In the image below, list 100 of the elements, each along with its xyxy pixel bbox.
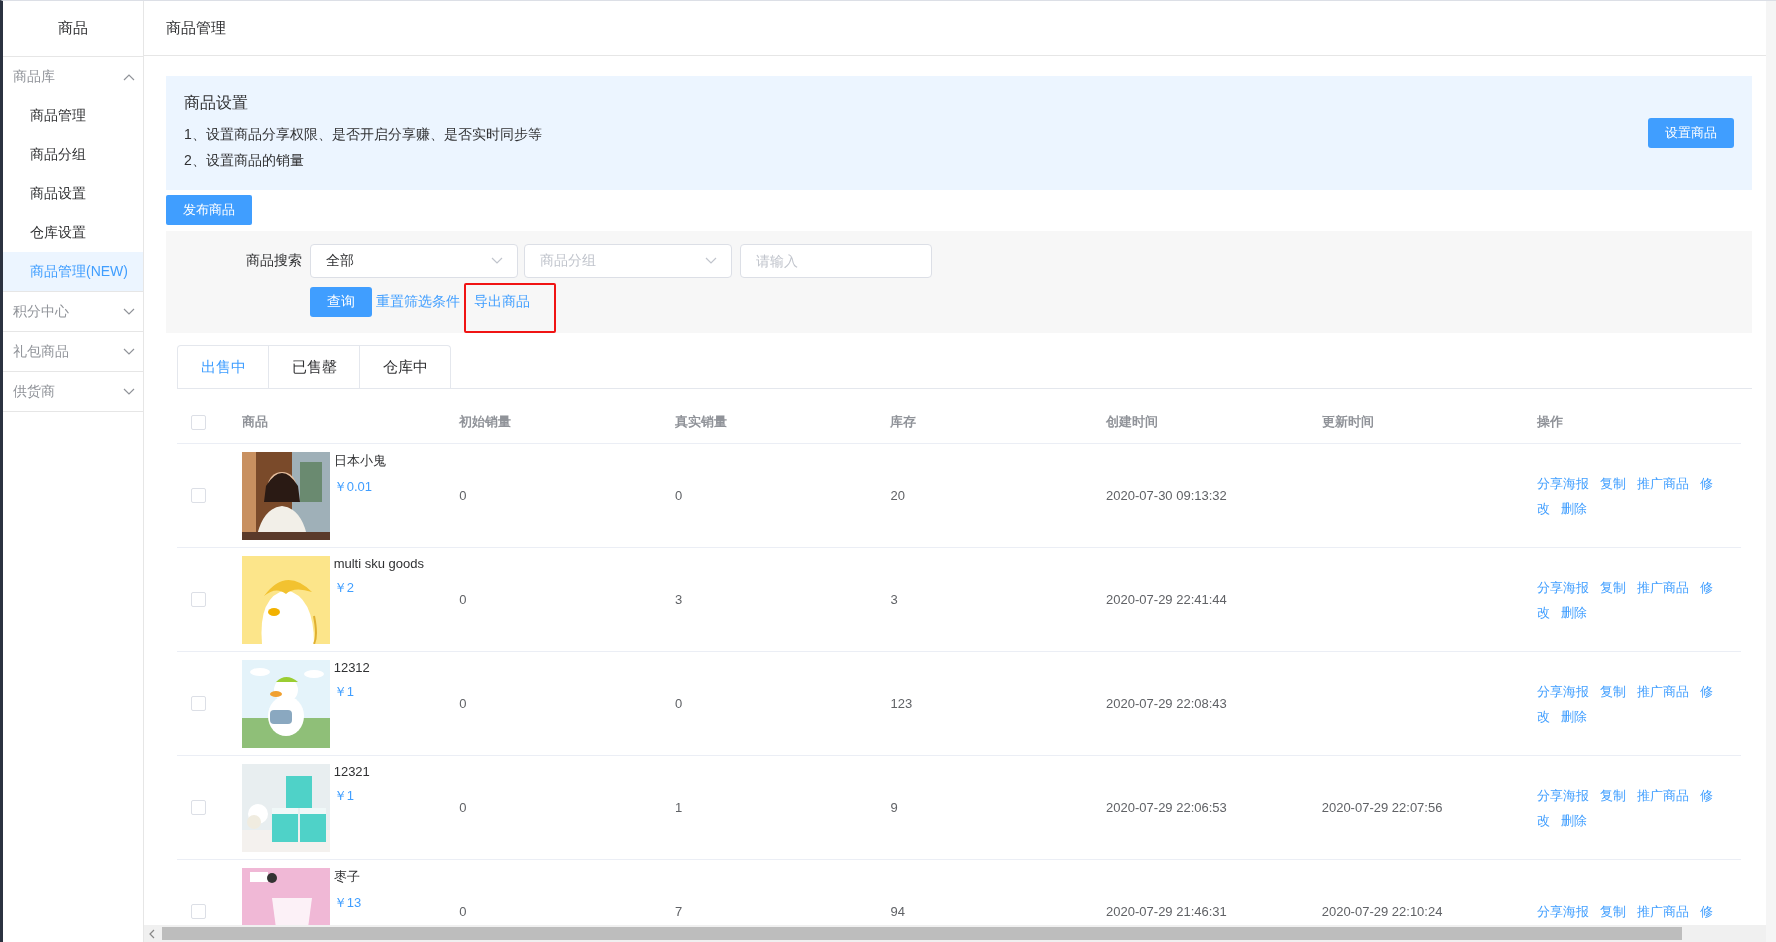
menu-item[interactable]: 商品管理(NEW) bbox=[3, 252, 143, 291]
action-link[interactable]: 删除 bbox=[1561, 500, 1588, 516]
column-header: 初始销量 bbox=[459, 413, 512, 431]
action-link[interactable]: 删除 bbox=[1561, 708, 1588, 724]
table-cell: 2020-07-29 22:41:44 bbox=[1106, 592, 1227, 607]
row-checkbox[interactable] bbox=[191, 904, 206, 919]
row-checkbox[interactable] bbox=[191, 592, 206, 607]
action-link[interactable]: 复制 bbox=[1600, 579, 1627, 595]
table-cell: 9 bbox=[890, 800, 898, 815]
table-cell: 1 bbox=[674, 800, 683, 815]
product-price: ￥13 bbox=[333, 894, 362, 912]
action-link[interactable]: 修 bbox=[1700, 579, 1714, 595]
tab[interactable]: 仓库中 bbox=[359, 345, 451, 388]
column-header: 真实销量 bbox=[674, 413, 727, 431]
action-link[interactable]: 分享海报 bbox=[1537, 475, 1590, 491]
action-link[interactable]: 推广商品 bbox=[1637, 904, 1690, 919]
action-link[interactable]: 推广商品 bbox=[1637, 475, 1690, 491]
chevron-icon bbox=[123, 72, 135, 81]
action-link[interactable]: 复制 bbox=[1600, 683, 1627, 699]
action-link[interactable]: 复制 bbox=[1600, 475, 1627, 491]
action-link[interactable]: 推广商品 bbox=[1637, 579, 1690, 595]
row-checkbox[interactable] bbox=[191, 800, 206, 815]
action-link[interactable]: 改 bbox=[1537, 708, 1551, 724]
menu-item[interactable]: 仓库设置 bbox=[3, 213, 143, 252]
table-cell: 2020-07-29 22:07:56 bbox=[1321, 800, 1443, 815]
group-select[interactable]: 商品分组 bbox=[524, 244, 732, 278]
chevron-icon bbox=[123, 347, 135, 356]
action-link[interactable]: 分享海报 bbox=[1537, 683, 1590, 699]
action-link[interactable]: 改 bbox=[1537, 500, 1551, 516]
select-all-checkbox[interactable] bbox=[191, 414, 206, 430]
product-price: ￥1 bbox=[333, 787, 355, 805]
table-cell: 2020-07-29 21:46:31 bbox=[1106, 904, 1227, 919]
column-header: 商品 bbox=[241, 413, 268, 431]
table-cell: 0 bbox=[459, 592, 467, 607]
action-link[interactable]: 推广商品 bbox=[1637, 787, 1690, 803]
menu-group[interactable]: 礼包商品 bbox=[3, 332, 143, 371]
table-cell: 7 bbox=[674, 904, 683, 919]
table-cell: 0 bbox=[459, 800, 467, 815]
action-link[interactable]: 推广商品 bbox=[1637, 683, 1690, 699]
table-cell: 94 bbox=[890, 904, 905, 919]
product-price: ￥0.01 bbox=[333, 478, 373, 496]
sidebar-title: 商品 bbox=[58, 19, 88, 38]
menu-group[interactable]: 商品库 bbox=[3, 57, 143, 96]
column-header: 创建时间 bbox=[1106, 413, 1159, 431]
action-link[interactable]: 改 bbox=[1537, 604, 1551, 620]
row-checkbox[interactable] bbox=[191, 696, 206, 711]
tab[interactable]: 出售中 bbox=[177, 345, 269, 388]
settings-button[interactable]: 设置商品 bbox=[1648, 118, 1734, 148]
keyword-field[interactable]: 请输入 bbox=[740, 244, 932, 278]
table-cell: 0 bbox=[459, 488, 467, 503]
table-cell: 3 bbox=[674, 592, 683, 607]
notice-line: 2、设置商品的销量 bbox=[184, 151, 305, 170]
action-link[interactable]: 改 bbox=[1537, 812, 1551, 828]
action-link[interactable]: 修 bbox=[1700, 904, 1714, 919]
action-link[interactable]: 删除 bbox=[1561, 604, 1588, 620]
scroll-thumb[interactable] bbox=[162, 927, 1682, 940]
scroll-left-icon[interactable] bbox=[148, 928, 156, 939]
action-link[interactable]: 删除 bbox=[1561, 812, 1588, 828]
action-link[interactable]: 分享海报 bbox=[1537, 787, 1590, 803]
menu-item[interactable]: 商品设置 bbox=[3, 174, 143, 213]
page-title: 商品管理 bbox=[166, 18, 226, 38]
table-cell: 2020-07-29 22:08:43 bbox=[1106, 696, 1227, 711]
action-link[interactable]: 修 bbox=[1700, 787, 1714, 803]
product-name: 12312 bbox=[333, 660, 370, 675]
action-link[interactable]: 修 bbox=[1700, 683, 1714, 699]
reset-link[interactable]: 重置筛选条件 bbox=[376, 293, 460, 311]
product-price: ￥2 bbox=[333, 579, 355, 597]
menu-group[interactable]: 积分中心 bbox=[3, 292, 143, 331]
table-cell: 0 bbox=[459, 696, 467, 711]
column-header: 库存 bbox=[890, 413, 917, 431]
product-name: multi sku goods bbox=[333, 556, 424, 571]
action-link[interactable]: 分享海报 bbox=[1537, 579, 1590, 595]
table-cell: 2020-07-29 22:06:53 bbox=[1106, 800, 1227, 815]
row-checkbox[interactable] bbox=[191, 488, 206, 503]
search-label: 商品搜索 bbox=[245, 252, 302, 270]
menu-group[interactable]: 供货商 bbox=[3, 372, 143, 411]
chevron-icon bbox=[123, 387, 135, 396]
table-cell: 2020-07-30 09:13:32 bbox=[1106, 488, 1227, 503]
scope-select[interactable]: 全部 bbox=[310, 244, 518, 278]
menu-item[interactable]: 商品管理 bbox=[3, 96, 143, 135]
column-header: 操作 bbox=[1537, 413, 1564, 431]
chevron-icon bbox=[491, 257, 503, 265]
publish-button[interactable]: 发布商品 bbox=[166, 195, 252, 225]
table-cell: 20 bbox=[890, 488, 905, 503]
table-cell: 0 bbox=[674, 488, 683, 503]
chevron-icon bbox=[705, 257, 717, 265]
notice-line: 1、设置商品分享权限、是否开启分享赚、是否实时同步等 bbox=[184, 125, 542, 144]
table-cell: 123 bbox=[890, 696, 913, 711]
table-cell: 2020-07-29 22:10:24 bbox=[1321, 904, 1443, 919]
export-link[interactable]: 导出商品 bbox=[474, 293, 530, 309]
action-link[interactable]: 分享海报 bbox=[1537, 904, 1590, 919]
horizontal-scrollbar[interactable] bbox=[144, 925, 1766, 942]
chevron-icon bbox=[123, 307, 135, 316]
menu-item[interactable]: 商品分组 bbox=[3, 135, 143, 174]
product-name: 日本小鬼 bbox=[333, 452, 386, 470]
action-link[interactable]: 修 bbox=[1700, 475, 1714, 491]
action-link[interactable]: 复制 bbox=[1600, 787, 1627, 803]
column-header: 更新时间 bbox=[1321, 413, 1374, 431]
action-link[interactable]: 复制 bbox=[1600, 904, 1627, 919]
query-button[interactable]: 查询 bbox=[310, 287, 372, 317]
